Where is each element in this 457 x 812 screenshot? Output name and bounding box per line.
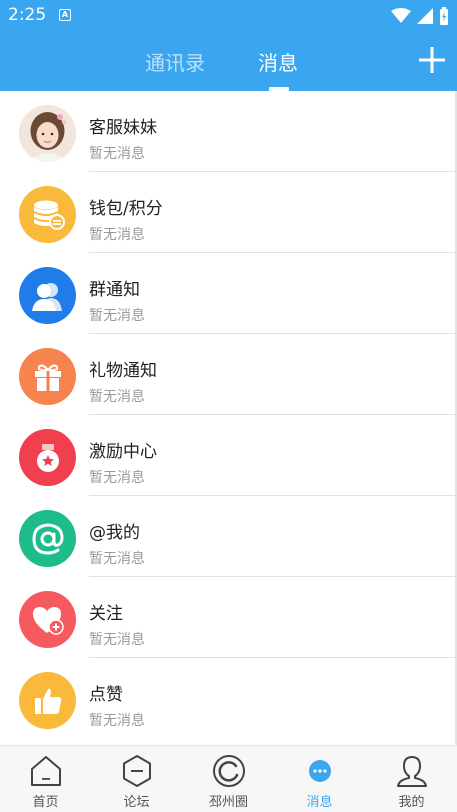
gift-icon	[19, 348, 76, 405]
tab-home[interactable]: 首页	[0, 746, 91, 812]
item-subtitle: 暂无消息	[89, 470, 145, 486]
list-item-mentions[interactable]: @我的 暂无消息	[0, 496, 457, 577]
list-item-incentive-center[interactable]: 激励中心 暂无消息	[0, 415, 457, 496]
item-subtitle: 暂无消息	[89, 713, 145, 729]
tab-pizhou-circle[interactable]: 邳州圈	[183, 746, 274, 812]
home-icon	[31, 756, 61, 786]
tab-label: 首页	[32, 795, 59, 810]
bottom-tab-bar: 首页 论坛 邳州圈 消息 我的	[0, 745, 457, 812]
item-title: 钱包/积分	[89, 199, 163, 219]
item-title: @我的	[89, 523, 140, 543]
top-header: 通讯录 消息	[0, 32, 457, 91]
chat-bubble-icon	[309, 760, 331, 782]
tab-messages[interactable]: 消息	[258, 47, 298, 76]
forum-icon	[123, 755, 151, 787]
item-subtitle: 暂无消息	[89, 632, 145, 648]
circle-icon	[213, 755, 245, 787]
coins-icon	[19, 186, 76, 243]
system-icons	[391, 6, 449, 26]
tab-label: 我的	[398, 795, 425, 810]
tab-contacts[interactable]: 通讯录	[145, 47, 205, 76]
item-subtitle: 暂无消息	[89, 308, 145, 324]
heart-plus-icon	[19, 591, 76, 648]
item-subtitle: 暂无消息	[89, 389, 145, 405]
item-title: 礼物通知	[89, 361, 157, 381]
status-bar: 2:25 A	[0, 0, 457, 32]
list-item-gift-notice[interactable]: 礼物通知 暂无消息	[0, 334, 457, 415]
item-subtitle: 暂无消息	[89, 227, 145, 243]
signal-icon	[417, 8, 433, 24]
item-subtitle: 暂无消息	[89, 146, 145, 162]
list-item-customer-service[interactable]: 客服妹妹 暂无消息	[0, 91, 457, 172]
battery-icon	[440, 7, 448, 25]
status-time: 2:25	[8, 5, 47, 25]
notification-badge: A	[59, 9, 71, 21]
item-title: 客服妹妹	[89, 118, 157, 138]
item-title: 关注	[89, 604, 123, 624]
medal-icon	[19, 429, 76, 486]
thumbs-up-icon	[19, 672, 76, 729]
item-title: 激励中心	[89, 442, 157, 462]
list-item-wallet[interactable]: 钱包/积分 暂无消息	[0, 172, 457, 253]
tab-forum[interactable]: 论坛	[91, 746, 182, 812]
wifi-icon	[391, 8, 411, 23]
list-item-likes[interactable]: 点赞 暂无消息	[0, 658, 457, 739]
at-icon	[19, 510, 76, 567]
tab-label: 消息	[306, 795, 333, 810]
item-subtitle: 暂无消息	[89, 551, 145, 567]
tab-profile[interactable]: 我的	[366, 746, 457, 812]
item-title: 群通知	[89, 280, 140, 300]
item-title: 点赞	[89, 685, 123, 705]
user-photo-avatar	[19, 105, 76, 162]
plus-icon[interactable]	[419, 47, 445, 73]
list-item-follow[interactable]: 关注 暂无消息	[0, 577, 457, 658]
tab-label: 邳州圈	[208, 795, 248, 810]
tab-messages-bottom[interactable]: 消息	[274, 746, 365, 812]
group-icon	[19, 267, 76, 324]
message-list: 客服妹妹 暂无消息 钱包/积分 暂无消息 群通知 暂无消息 礼物通知 暂无消息 …	[0, 91, 457, 745]
profile-icon	[397, 756, 427, 787]
tab-label: 论坛	[123, 795, 150, 810]
list-item-group-notice[interactable]: 群通知 暂无消息	[0, 253, 457, 334]
